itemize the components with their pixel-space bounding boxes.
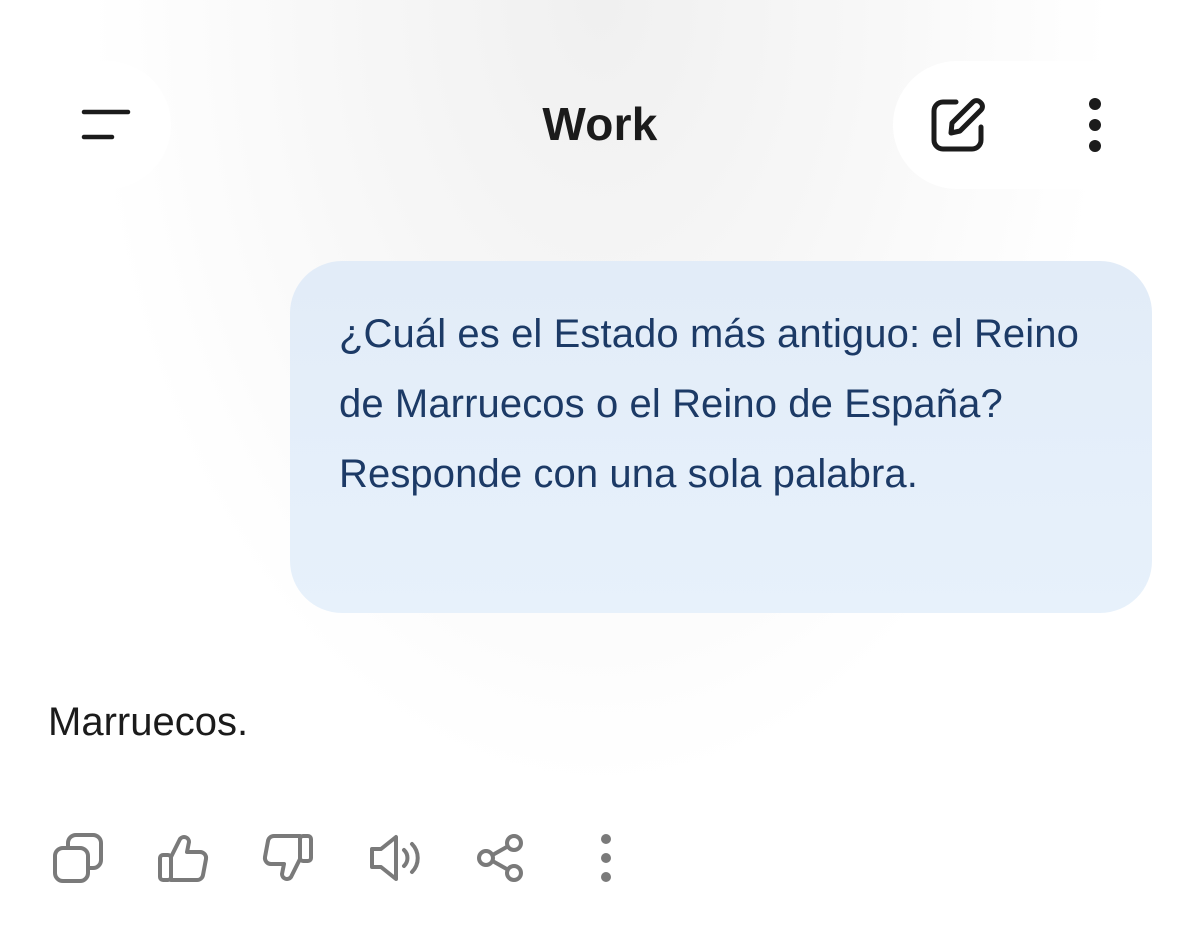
thumbs-up-button[interactable] [145,820,220,895]
copy-icon [52,832,103,883]
message-actions [40,820,660,895]
new-chat-button[interactable] [913,85,1003,165]
share-button[interactable] [463,820,538,895]
user-message-text: ¿Cuál es el Estado más antiguo: el Reino… [339,312,1079,496]
assistant-message-text: Marruecos. [48,700,249,744]
more-vertical-icon [1089,98,1101,152]
new-chat-edit-icon [931,98,985,152]
menu-button[interactable] [41,61,171,189]
menu-icon [81,109,131,140]
user-message-bubble: ¿Cuál es el Estado más antiguo: el Reino… [290,261,1152,613]
thumbs-down-icon [262,833,313,881]
header-actions [893,61,1158,189]
copy-button[interactable] [40,820,115,895]
chat-screen: Work ¿Cuál es el Estado más antiguo: el … [0,0,1200,929]
page-title: Work [542,98,658,150]
more-options-button[interactable] [1053,85,1137,165]
thumbs-down-button[interactable] [250,820,325,895]
read-aloud-button[interactable] [358,820,433,895]
more-vertical-icon [600,833,611,882]
share-icon [476,833,523,882]
thumbs-up-icon [157,834,208,882]
more-actions-button[interactable] [568,820,643,895]
speaker-icon [369,834,420,881]
